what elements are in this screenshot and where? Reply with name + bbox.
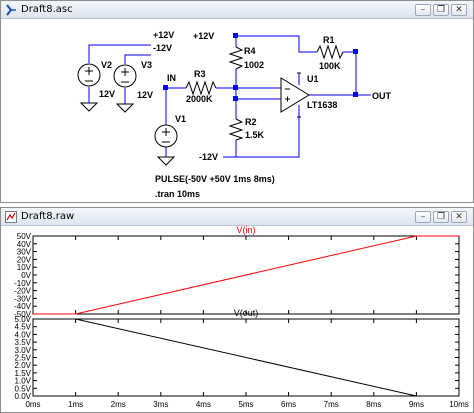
schematic-canvas[interactable]: V2 12V V3 12V +12V -12V +12V R4 1002 R1 … — [1, 19, 473, 202]
minus12-u1-label: -12V — [199, 152, 218, 162]
waveform-plot-area[interactable]: V(in)50V40V30V20V10V0V-10V-20V-30V-40V-5… — [1, 226, 473, 412]
waveform-titlebar[interactable]: Draft8.raw – ❐ ✕ — [1, 208, 473, 226]
waveform-file-icon — [5, 211, 17, 223]
close-button[interactable]: ✕ — [451, 4, 467, 16]
r3-label: R3 — [194, 69, 206, 79]
x-tick-label: 10ms — [449, 400, 469, 409]
x-tick-label: 7ms — [324, 400, 339, 409]
x-tick-label: 2ms — [111, 400, 126, 409]
pulse-directive[interactable]: PULSE(-50V +50V 1ms 8ms) — [155, 174, 275, 184]
plus12-v2-label: +12V — [153, 30, 174, 40]
v2-value: 12V — [99, 89, 115, 99]
v1-label: V1 — [175, 114, 186, 124]
x-tick-label: 3ms — [153, 400, 168, 409]
schematic-window: Draft8.asc – ❐ ✕ V2 12V V3 12V +12V -12V… — [0, 0, 474, 203]
x-tick-label: 6ms — [281, 400, 296, 409]
x-tick-label: 8ms — [366, 400, 381, 409]
tran-directive[interactable]: .tran 10ms — [155, 189, 200, 199]
r2-value: 1.5K — [245, 130, 265, 140]
trace-label-vin: V(in) — [236, 226, 255, 235]
x-tick-label: 9ms — [409, 400, 424, 409]
x-tick-label: 5ms — [238, 400, 253, 409]
schematic-file-icon — [6, 4, 16, 16]
x-tick-label: 4ms — [196, 400, 211, 409]
minus12-v3-label: -12V — [153, 43, 172, 53]
in-net-label: IN — [167, 73, 176, 83]
schematic-window-title: Draft8.asc — [21, 4, 73, 15]
schematic-titlebar[interactable]: Draft8.asc – ❐ ✕ — [1, 1, 473, 19]
minimize-button[interactable]: – — [415, 211, 431, 223]
restore-button[interactable]: ❐ — [433, 4, 449, 16]
x-tick-label: 1ms — [68, 400, 83, 409]
plus12-r4-label: +12V — [193, 31, 214, 41]
out-net-label: OUT — [372, 91, 392, 101]
r2-label: R2 — [245, 117, 257, 127]
r4-label: R4 — [244, 46, 256, 56]
close-button[interactable]: ✕ — [451, 211, 467, 223]
r3-value: 2000K — [186, 94, 213, 104]
v3-value: 12V — [137, 90, 153, 100]
v2-label: V2 — [101, 60, 112, 70]
waveform-window: Draft8.raw – ❐ ✕ V(in) 50V 40V 30V 20V 10V 0V -… — [0, 207, 474, 413]
r4-value: 1002 — [244, 60, 264, 70]
r1-label: R1 — [323, 35, 335, 45]
v3-label: V3 — [141, 60, 152, 70]
restore-button[interactable]: ❐ — [433, 211, 449, 223]
minimize-button[interactable]: – — [415, 4, 431, 16]
r1-value: 100K — [319, 61, 341, 71]
x-tick-label: 0ms — [25, 400, 40, 409]
trace-label-vout: V(out) — [234, 308, 259, 318]
waveform-window-title: Draft8.raw — [21, 211, 75, 222]
u1-label: U1 — [307, 74, 319, 84]
u1-part-label: LT1638 — [307, 100, 337, 110]
